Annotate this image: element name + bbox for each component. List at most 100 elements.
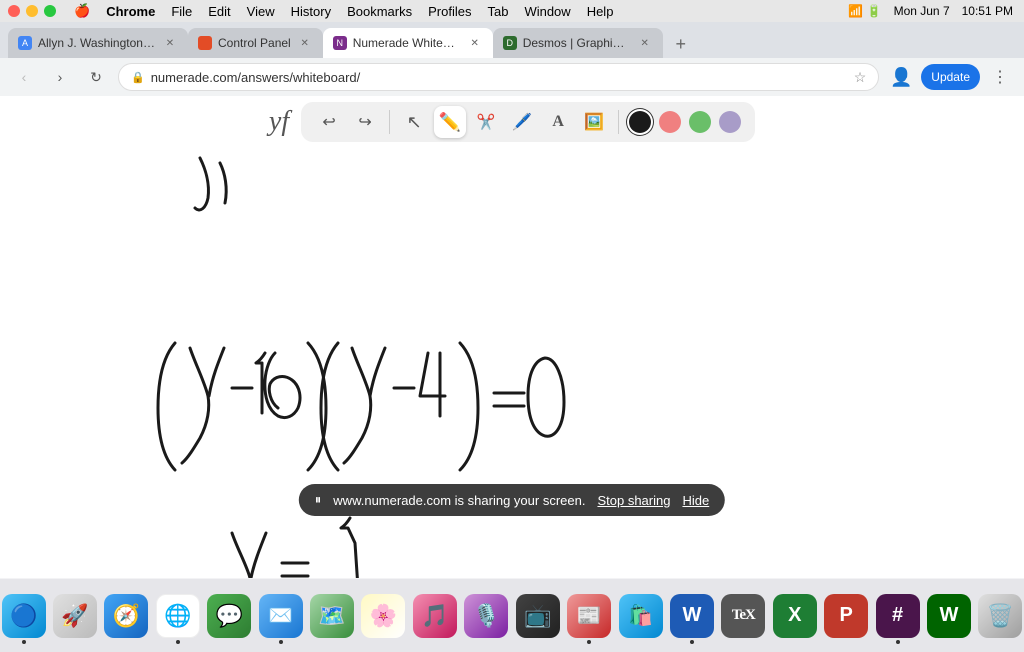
more-options-button[interactable]: ⋮ xyxy=(986,63,1014,91)
word-icon: W xyxy=(670,594,714,638)
tab2-close[interactable]: ✕ xyxy=(297,35,313,51)
new-tab-button[interactable]: + xyxy=(667,30,695,58)
tab-allyn[interactable]: A Allyn J. Washington, Richard S... ✕ xyxy=(8,28,188,58)
menubar-file[interactable]: File xyxy=(163,4,200,19)
color-pink[interactable] xyxy=(659,111,681,133)
chrome-active-dot xyxy=(176,640,180,644)
tab-controlpanel[interactable]: Control Panel ✕ xyxy=(188,28,323,58)
dock-mail[interactable]: ✉️ xyxy=(257,590,304,642)
tab3-favicon: N xyxy=(333,36,347,50)
dock-photos[interactable]: 🌸 xyxy=(360,590,407,642)
text-tool-button[interactable]: A xyxy=(542,106,574,138)
dock-news[interactable]: 📰 xyxy=(565,590,612,642)
dock-tex[interactable]: TeX xyxy=(720,590,767,642)
menubar-edit[interactable]: Edit xyxy=(200,4,238,19)
color-lavender[interactable] xyxy=(719,111,741,133)
addressbar: ‹ › ↻ 🔒 numerade.com/answers/whiteboard/… xyxy=(0,58,1024,96)
trash-icon: 🗑️ xyxy=(978,594,1022,638)
update-button[interactable]: Update xyxy=(921,64,980,90)
dock-tv[interactable]: 📺 xyxy=(514,590,561,642)
menubar-help[interactable]: Help xyxy=(579,4,622,19)
addressbar-actions: 👤 Update ⋮ xyxy=(887,63,1014,91)
menubar-window[interactable]: Window xyxy=(516,4,578,19)
tab1-close[interactable]: ✕ xyxy=(162,35,178,51)
menubar-icons: 📶 🔋 xyxy=(845,4,884,18)
tv-icon: 📺 xyxy=(516,594,560,638)
dock-maps[interactable]: 🗺️ xyxy=(308,590,355,642)
menubar-view[interactable]: View xyxy=(239,4,283,19)
redo-button[interactable]: ↪ xyxy=(349,106,381,138)
dock: 🔵 🚀 🧭 🌐 💬 ✉️ 🗺️ 🌸 🎵 🎙️ 📺 📰 xyxy=(0,578,1024,652)
dock-trash[interactable]: 🗑️ xyxy=(977,590,1024,642)
menubar-right: 📶 🔋 Mon Jun 7 10:51 PM xyxy=(845,4,1016,18)
dock-webex[interactable]: W xyxy=(925,590,972,642)
music-icon: 🎵 xyxy=(413,594,457,638)
mail-active-dot xyxy=(279,640,283,644)
slack-active-dot xyxy=(896,640,900,644)
menubar-history[interactable]: History xyxy=(283,4,339,19)
maximize-button[interactable] xyxy=(44,5,56,17)
webex-icon: W xyxy=(927,594,971,638)
powerpoint-icon: P xyxy=(824,594,868,638)
dock-word[interactable]: W xyxy=(668,590,715,642)
dock-appstore[interactable]: 🛍️ xyxy=(617,590,664,642)
brush-tool-button[interactable]: 🖊️ xyxy=(506,106,538,138)
screen-share-bar: ⏸ www.numerade.com is sharing your scree… xyxy=(299,484,725,516)
menubar-profiles[interactable]: Profiles xyxy=(420,4,479,19)
image-tool-button[interactable]: 🖼️ xyxy=(578,106,610,138)
close-button[interactable] xyxy=(8,5,20,17)
news-icon: 📰 xyxy=(567,594,611,638)
messages-icon: 💬 xyxy=(207,594,251,638)
profile-icon-button[interactable]: 👤 xyxy=(887,63,915,91)
eraser-tool-button[interactable]: ✂️ xyxy=(470,106,502,138)
menubar-tab[interactable]: Tab xyxy=(479,4,516,19)
dock-chrome[interactable]: 🌐 xyxy=(154,590,201,642)
stop-sharing-button[interactable]: Stop sharing xyxy=(597,493,670,508)
dock-messages[interactable]: 💬 xyxy=(206,590,253,642)
news-active-dot xyxy=(587,640,591,644)
tab-numerade[interactable]: N Numerade Whiteboard ✕ xyxy=(323,28,493,58)
maps-icon: 🗺️ xyxy=(310,594,354,638)
bookmark-star-icon[interactable]: ☆ xyxy=(854,69,867,86)
traffic-lights xyxy=(8,5,56,17)
menubar-bookmarks[interactable]: Bookmarks xyxy=(339,4,420,19)
menubar-chrome[interactable]: Chrome xyxy=(98,4,163,19)
menubar-apple[interactable]: 🍎 xyxy=(66,3,98,19)
dock-safari[interactable]: 🧭 xyxy=(103,590,150,642)
color-green[interactable] xyxy=(689,111,711,133)
url-text: numerade.com/answers/whiteboard/ xyxy=(151,70,848,85)
whiteboard-toolbar: yf ↩ ↪ ↖ ✏️ ✂️ 🖊️ A 🖼️ xyxy=(0,96,1024,148)
tabbar: A Allyn J. Washington, Richard S... ✕ Co… xyxy=(0,22,1024,58)
dock-music[interactable]: 🎵 xyxy=(411,590,458,642)
select-tool-button[interactable]: ↖ xyxy=(398,106,430,138)
appstore-icon: 🛍️ xyxy=(619,594,663,638)
slack-icon: # xyxy=(876,594,920,638)
excel-icon: X xyxy=(773,594,817,638)
tab2-favicon xyxy=(198,36,212,50)
tab3-close[interactable]: ✕ xyxy=(467,35,483,51)
dock-excel[interactable]: X xyxy=(771,590,818,642)
lock-icon: 🔒 xyxy=(131,71,145,84)
dock-podcasts[interactable]: 🎙️ xyxy=(463,590,510,642)
tab4-favicon: D xyxy=(503,36,517,50)
tool-separator-2 xyxy=(618,110,619,134)
reload-button[interactable]: ↻ xyxy=(82,63,110,91)
minimize-button[interactable] xyxy=(26,5,38,17)
dock-finder[interactable]: 🔵 xyxy=(0,590,47,642)
undo-button[interactable]: ↩ xyxy=(313,106,345,138)
dock-slack[interactable]: # xyxy=(874,590,921,642)
safari-icon: 🧭 xyxy=(104,594,148,638)
toolbar-tools: ↩ ↪ ↖ ✏️ ✂️ 🖊️ A 🖼️ xyxy=(301,102,755,142)
dock-powerpoint[interactable]: P xyxy=(822,590,869,642)
dock-launchpad[interactable]: 🚀 xyxy=(51,590,98,642)
forward-button[interactable]: › xyxy=(46,63,74,91)
tab-desmos[interactable]: D Desmos | Graphing Calculator ✕ xyxy=(493,28,663,58)
color-black[interactable] xyxy=(629,111,651,133)
hide-button[interactable]: Hide xyxy=(682,493,709,508)
tab4-close[interactable]: ✕ xyxy=(637,35,653,51)
pen-tool-button[interactable]: ✏️ xyxy=(434,106,466,138)
tex-icon: TeX xyxy=(721,594,765,638)
url-bar[interactable]: 🔒 numerade.com/answers/whiteboard/ ☆ xyxy=(118,63,879,91)
back-button[interactable]: ‹ xyxy=(10,63,38,91)
whiteboard-canvas[interactable]: + ⏸ www.numerade.com is sharing your scr… xyxy=(0,148,1024,578)
